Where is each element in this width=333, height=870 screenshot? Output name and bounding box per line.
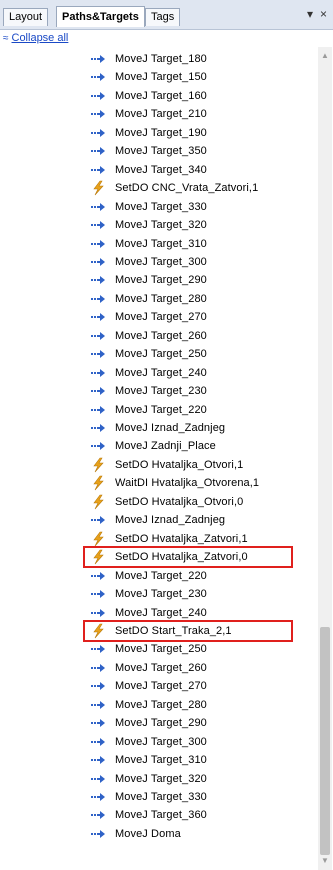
- arrow-move-icon: [91, 51, 105, 67]
- lightning-icon: [91, 531, 105, 547]
- arrow-move-icon: [91, 272, 105, 288]
- scrollbar-thumb[interactable]: [320, 627, 330, 855]
- tree-item-label: MoveJ Target_310: [115, 237, 207, 250]
- arrow-move-icon: [91, 383, 105, 399]
- arrow-move-icon: [91, 752, 105, 768]
- highlight-box: [83, 546, 293, 569]
- arrow-move-icon: [91, 734, 105, 750]
- close-icon[interactable]: ×: [320, 7, 327, 21]
- tree-item-label: MoveJ Target_250: [115, 348, 207, 361]
- tree-item-label: MoveJ Iznad_Zadnjeg: [115, 422, 226, 434]
- collapse-chevron-icon: ≈: [3, 33, 9, 44]
- arrow-move-icon: [91, 106, 105, 122]
- arrow-move-icon: [91, 309, 105, 325]
- lightning-icon: [91, 494, 105, 510]
- arrow-move-icon: [91, 438, 105, 454]
- tree-item-label: MoveJ Target_280: [115, 698, 207, 711]
- tree-item-label: MoveJ Target_230: [115, 588, 207, 601]
- tree-item-label: MoveJ Target_230: [115, 385, 207, 398]
- arrow-move-icon: [91, 660, 105, 676]
- tree-item-label: MoveJ Target_190: [115, 126, 207, 139]
- vertical-scrollbar[interactable]: ▲ ▼: [318, 47, 332, 870]
- tree-item-label: MoveJ Target_270: [115, 311, 207, 324]
- arrow-move-icon: [91, 217, 105, 233]
- tree-item-label: SetDO Hvataljka_Otvori,0: [115, 495, 244, 508]
- arrow-move-icon: [91, 697, 105, 713]
- arrow-move-icon: [91, 162, 105, 178]
- tab-tags[interactable]: Tags: [145, 8, 181, 26]
- arrow-move-icon: [91, 402, 105, 418]
- arrow-move-icon: [91, 69, 105, 85]
- arrow-move-icon: [91, 88, 105, 104]
- tree-item-label: MoveJ Target_180: [115, 53, 207, 65]
- tree-item-label: SetDO CNC_Vrata_Zatvori,1: [115, 182, 259, 195]
- tree-item-label: MoveJ Target_330: [115, 791, 207, 803]
- tree-item-label: MoveJ Target_330: [115, 200, 207, 213]
- lightning-icon: [91, 475, 105, 491]
- tree-item-label: MoveJ Target_350: [115, 145, 207, 158]
- scroll-down-icon[interactable]: ▼: [318, 854, 332, 868]
- tree-item-label: MoveJ Target_260: [115, 329, 207, 342]
- arrow-move-icon: [91, 346, 105, 362]
- tree-item-label: MoveJ Target_290: [115, 717, 207, 730]
- tree-item-label: MoveJ Target_300: [115, 735, 207, 748]
- arrow-move-icon: [91, 143, 105, 159]
- tab-bar: Layout Paths&Targets Tags ▾ ×: [0, 0, 333, 30]
- tree-item-label: MoveJ Target_320: [115, 219, 207, 232]
- tree-item-label: MoveJ Target_280: [115, 292, 207, 305]
- arrow-move-icon: [91, 771, 105, 787]
- tree-item-label: MoveJ Target_250: [115, 643, 207, 656]
- arrow-move-icon: [91, 807, 105, 823]
- arrow-move-icon: [91, 605, 105, 621]
- arrow-move-icon: [91, 678, 105, 694]
- tree-item-label: MoveJ Target_270: [115, 680, 207, 693]
- tree-item-label: MoveJ Target_310: [115, 754, 207, 767]
- tab-paths-targets[interactable]: Paths&Targets: [56, 6, 145, 27]
- arrow-move-icon: [91, 568, 105, 584]
- arrow-move-icon: [91, 199, 105, 215]
- collapse-all-label: Collapse all: [11, 32, 69, 44]
- arrow-move-icon: [91, 328, 105, 344]
- tree-item-label: MoveJ Doma: [115, 827, 181, 840]
- tree-item-label: MoveJ Iznad_Zadnjeg: [115, 514, 226, 527]
- arrow-move-icon: [91, 826, 105, 842]
- arrow-move-icon: [91, 420, 105, 436]
- arrow-move-icon: [91, 641, 105, 657]
- tree-item-label: MoveJ Zadnji_Place: [115, 440, 216, 453]
- highlight-box: [83, 619, 293, 642]
- tree-item-label: MoveJ Target_240: [115, 606, 207, 619]
- arrow-move-icon: [91, 715, 105, 731]
- arrow-move-icon: [91, 291, 105, 307]
- collapse-all-link[interactable]: ≈ Collapse all: [3, 30, 68, 46]
- arrow-move-icon: [91, 365, 105, 381]
- arrow-move-icon: [91, 789, 105, 805]
- scroll-up-icon[interactable]: ▲: [318, 49, 332, 63]
- tree-item-label: MoveJ Target_290: [115, 274, 207, 287]
- tree-item-label: MoveJ Target_220: [115, 569, 207, 582]
- paths-tree[interactable]: MoveJ Target_180 MoveJ Target_150 MoveJ Ta…: [0, 47, 317, 870]
- tree-item-label: MoveJ Target_160: [115, 89, 207, 102]
- arrow-move-icon: [91, 586, 105, 602]
- tree-item-label: MoveJ Target_240: [115, 366, 207, 379]
- tree-item-label: MoveJ Target_220: [115, 403, 207, 416]
- arrow-move-icon: [91, 236, 105, 252]
- arrow-move-icon: [91, 512, 105, 528]
- lightning-icon: [91, 180, 105, 196]
- arrow-move-icon: [91, 254, 105, 270]
- tree-item-label: SetDO Hvataljka_Zatvori,1: [115, 532, 248, 545]
- tree-item-label: MoveJ Target_210: [115, 108, 207, 121]
- tree-item-label: MoveJ Target_360: [115, 809, 207, 822]
- tree-item-label: MoveJ Target_340: [115, 163, 207, 176]
- tree-item-label: WaitDI Hvataljka_Otvorena,1: [115, 477, 260, 490]
- dropdown-icon[interactable]: ▾: [307, 7, 313, 21]
- tab-layout[interactable]: Layout: [3, 8, 49, 26]
- tree-item-label: MoveJ Target_320: [115, 772, 207, 785]
- tree-item-label: SetDO Hvataljka_Otvori,1: [115, 458, 244, 471]
- tree-item-label: MoveJ Target_300: [115, 255, 207, 268]
- tree-item-label: MoveJ Target_260: [115, 661, 207, 674]
- tree-item-label: MoveJ Target_150: [115, 71, 207, 84]
- arrow-move-icon: [91, 125, 105, 141]
- lightning-icon: [91, 457, 105, 473]
